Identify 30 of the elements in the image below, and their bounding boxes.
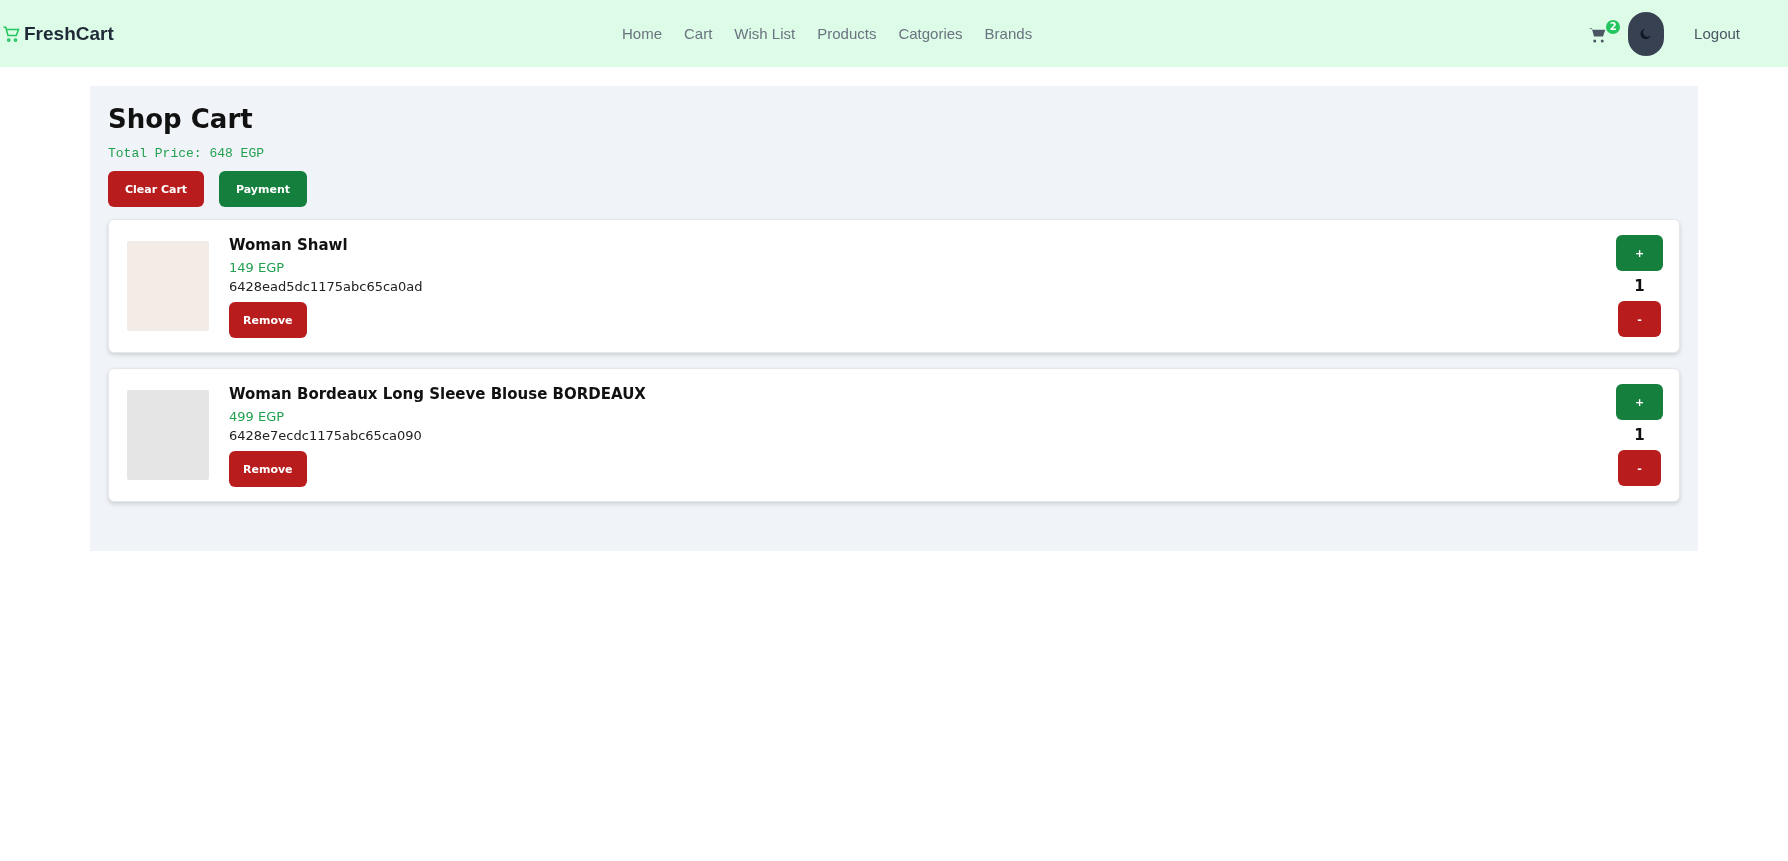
payment-button[interactable]: Payment — [219, 171, 307, 207]
remove-button[interactable]: Remove — [229, 451, 307, 487]
product-name: Woman Bordeaux Long Sleeve Blouse BORDEAUX — [229, 385, 646, 403]
nav-link[interactable]: Wish List — [734, 25, 796, 42]
nav-link[interactable]: Catgories — [898, 25, 963, 42]
decrease-button[interactable]: - — [1618, 450, 1661, 486]
nav-link[interactable]: Home — [622, 25, 662, 42]
cart-count-badge: 2 — [1606, 19, 1621, 34]
product-price: 149 EGP — [229, 260, 285, 275]
clear-cart-button[interactable]: Clear Cart — [108, 171, 204, 207]
decrease-button[interactable]: - — [1618, 301, 1661, 337]
page-title: Shop Cart — [108, 104, 254, 134]
nav-link[interactable]: Products — [817, 25, 877, 42]
logout-link[interactable]: Logout — [1694, 25, 1740, 42]
nav-link[interactable]: Brands — [984, 25, 1033, 42]
product-id: 6428e7ecdc1175abc65ca090 — [229, 428, 422, 443]
theme-toggle-button[interactable] — [1628, 11, 1665, 56]
product-id: 6428ead5dc1175abc65ca0ad — [229, 279, 423, 294]
product-price: 499 EGP — [229, 409, 285, 424]
quantity: 1 — [1634, 277, 1645, 295]
increase-button[interactable]: + — [1616, 384, 1663, 420]
quantity: 1 — [1634, 426, 1645, 444]
total-price: Total Price: 648 EGP — [108, 146, 266, 161]
remove-button[interactable]: Remove — [229, 302, 307, 338]
product-name: Woman Shawl — [229, 236, 348, 254]
increase-button[interactable]: + — [1616, 235, 1663, 271]
cart-icon[interactable] — [1588, 25, 1607, 44]
cart-icon — [2, 24, 20, 43]
nav-link[interactable]: Cart — [684, 25, 713, 42]
logo-text[interactable]: FreshCart — [24, 22, 114, 45]
